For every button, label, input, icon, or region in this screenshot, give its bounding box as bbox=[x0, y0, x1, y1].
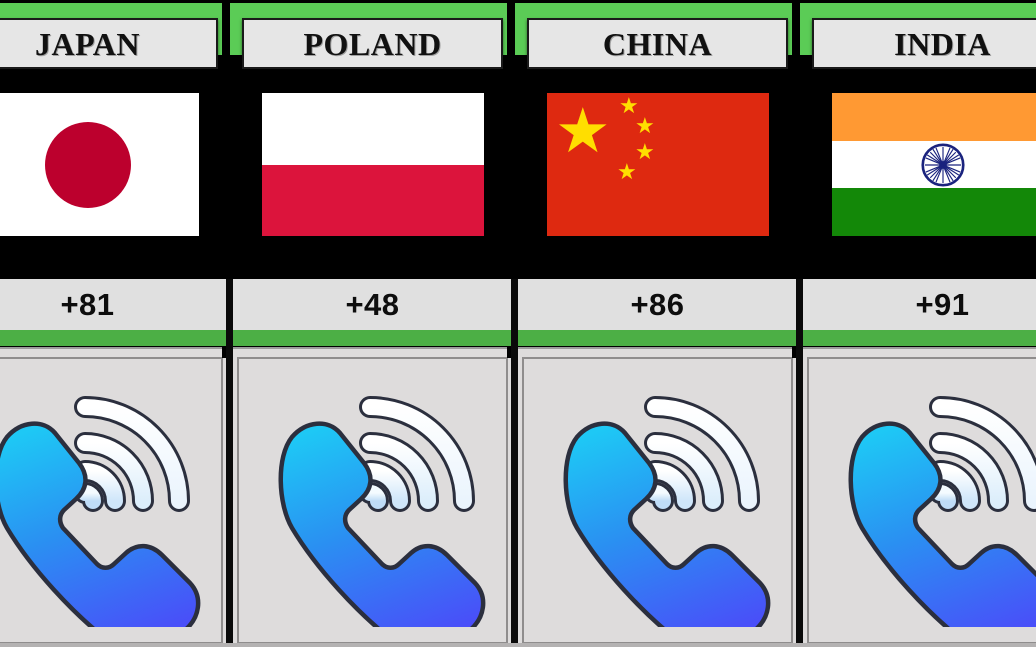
dial-code-label: +48 bbox=[345, 287, 400, 322]
mid-green-band bbox=[515, 330, 800, 346]
dial-code-label: +81 bbox=[60, 287, 115, 322]
poland-red-band bbox=[262, 164, 484, 236]
country-nameplate: CHINA bbox=[527, 18, 788, 69]
china-flag: ★ ★ ★ ★ ★ bbox=[547, 93, 769, 236]
frame-bottom-edge bbox=[0, 643, 1036, 647]
phone-icon-panel[interactable] bbox=[515, 347, 800, 647]
country-name-label: POLAND bbox=[303, 25, 442, 62]
country-column-china[interactable]: CHINA ★ ★ ★ ★ ★ +86 bbox=[515, 0, 800, 647]
china-small-star-4: ★ bbox=[617, 159, 637, 184]
india-flag bbox=[832, 93, 1036, 236]
mid-green-band bbox=[800, 330, 1036, 346]
country-column-india[interactable]: INDIA +91 bbox=[800, 0, 1036, 647]
japan-sun-disc bbox=[45, 121, 131, 208]
india-saffron-band bbox=[832, 93, 1036, 141]
frame-top-edge bbox=[0, 0, 1036, 3]
country-name-label: JAPAN bbox=[35, 25, 140, 62]
country-name-label: CHINA bbox=[602, 25, 713, 62]
china-small-star-3: ★ bbox=[635, 139, 655, 164]
dial-code-plate: +86 bbox=[515, 279, 800, 330]
country-column-poland[interactable]: POLAND +48 bbox=[230, 0, 515, 647]
phone-call-icon bbox=[563, 396, 770, 627]
dial-code-label: +86 bbox=[630, 287, 685, 322]
country-nameplate: POLAND bbox=[242, 18, 503, 69]
china-small-star-2: ★ bbox=[635, 113, 655, 138]
column-divider-3 bbox=[796, 279, 803, 647]
phone-icon-panel[interactable] bbox=[800, 347, 1036, 647]
country-name-label: INDIA bbox=[894, 25, 991, 62]
mid-green-band bbox=[0, 330, 230, 346]
column-divider-1 bbox=[226, 279, 233, 647]
china-large-star: ★ bbox=[555, 97, 611, 166]
phone-icon-panel[interactable] bbox=[230, 347, 515, 647]
dial-code-label: +91 bbox=[915, 287, 970, 322]
ashoka-chakra-icon bbox=[921, 142, 965, 187]
india-green-band bbox=[832, 188, 1036, 236]
dial-code-plate: +81 bbox=[0, 279, 230, 330]
poland-white-band bbox=[262, 93, 484, 165]
mid-green-band bbox=[230, 330, 515, 346]
phone-call-icon bbox=[278, 396, 485, 627]
dial-code-plate: +48 bbox=[230, 279, 515, 330]
dial-code-plate: +91 bbox=[800, 279, 1036, 330]
poland-flag bbox=[262, 93, 484, 236]
country-nameplate: INDIA bbox=[812, 18, 1036, 69]
country-nameplate: JAPAN bbox=[0, 18, 218, 69]
country-dial-code-comparison: JAPAN +81 POLAND +48 CHINA ★ ★ ★ ★ ★ +86… bbox=[0, 0, 1036, 647]
phone-call-icon bbox=[0, 396, 200, 627]
column-divider-2 bbox=[511, 279, 518, 647]
country-column-japan[interactable]: JAPAN +81 bbox=[0, 0, 230, 647]
phone-icon-panel[interactable] bbox=[0, 347, 230, 647]
japan-flag bbox=[0, 93, 199, 236]
phone-call-icon bbox=[848, 396, 1036, 627]
